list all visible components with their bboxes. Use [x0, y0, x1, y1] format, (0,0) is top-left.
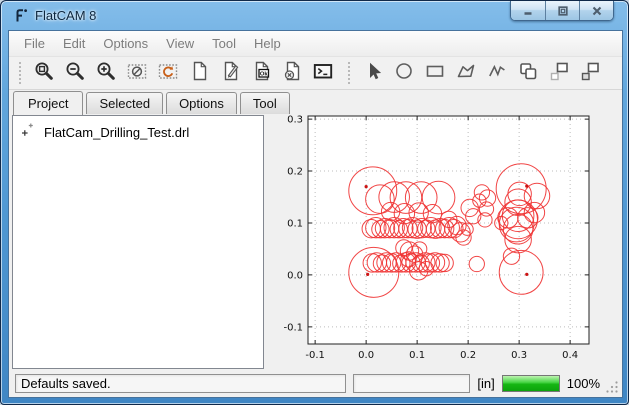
titlebar[interactable]: FlatCAM 8 — [1, 1, 628, 30]
tab-options[interactable]: Options — [166, 92, 237, 114]
flatcam-window: FlatCAM 8 FileEditOptionsViewToolHelp Ok… — [0, 0, 629, 405]
project-tree[interactable]: FlatCam_Drilling_Test.drl — [12, 115, 264, 369]
menu-item-view[interactable]: View — [157, 32, 203, 55]
svg-text:0.1: 0.1 — [287, 218, 303, 229]
draw-path-icon — [486, 60, 508, 87]
minimize-button[interactable] — [511, 1, 545, 20]
zoom-in-icon — [95, 60, 117, 87]
svg-text:0.3: 0.3 — [511, 350, 527, 361]
svg-text:0.4: 0.4 — [562, 350, 578, 361]
status-message: Defaults saved. — [21, 376, 111, 391]
maximize-icon — [557, 5, 569, 17]
tab-tool[interactable]: Tool — [240, 92, 290, 114]
zoom-out-button[interactable] — [59, 59, 90, 87]
menu-item-file[interactable]: File — [15, 32, 54, 55]
progress-fill — [503, 376, 559, 391]
toolbar-handle[interactable] — [347, 61, 352, 85]
zoom-in-button[interactable] — [90, 59, 121, 87]
replot-icon — [157, 60, 179, 87]
toolbar: Ok — [9, 57, 622, 90]
open-project-icon — [219, 60, 241, 87]
close-button[interactable] — [579, 1, 613, 20]
zoom-out-icon — [64, 60, 86, 87]
draw-rectangle-button[interactable] — [419, 59, 450, 87]
copy-geometry-button[interactable] — [543, 59, 574, 87]
run-script-icon: Ok — [250, 60, 272, 87]
select-tool-button[interactable] — [357, 59, 388, 87]
copy-geometry-icon — [548, 60, 570, 87]
replot-button[interactable] — [152, 59, 183, 87]
draw-path-button[interactable] — [481, 59, 512, 87]
shell-button[interactable] — [307, 59, 338, 87]
menu-item-options[interactable]: Options — [94, 32, 157, 55]
svg-text:0.3: 0.3 — [287, 115, 303, 126]
svg-text:-0.1: -0.1 — [305, 350, 325, 361]
run-script-button[interactable]: Ok — [245, 59, 276, 87]
zoom-fit-icon — [33, 60, 55, 87]
plot-canvas[interactable]: -0.1 0.0 0.1 0.2 0.3 0.4 -0.1 0.0 0.1 0.2 0.3 — [267, 114, 623, 370]
draw-polygon-icon — [455, 60, 477, 87]
progress-bar — [502, 375, 560, 392]
zoom-fit-button[interactable] — [28, 59, 59, 87]
select-tool-icon — [362, 60, 384, 87]
minimize-icon — [522, 5, 534, 17]
tab-bar: ProjectSelectedOptionsTool — [13, 90, 293, 114]
shell-icon — [312, 60, 334, 87]
copy-objects-icon — [517, 60, 539, 87]
svg-text:Ok: Ok — [259, 71, 268, 77]
drill-file-icon — [20, 122, 37, 142]
draw-circle-button[interactable] — [388, 59, 419, 87]
maximize-button[interactable] — [545, 1, 579, 20]
tree-item-label: FlatCam_Drilling_Test.drl — [44, 125, 189, 140]
svg-text:0.0: 0.0 — [287, 270, 303, 281]
move-objects-button[interactable] — [574, 59, 605, 87]
plot-figure[interactable]: -0.1 0.0 0.1 0.2 0.3 0.4 -0.1 0.0 0.1 0.2 0.3 — [267, 114, 621, 371]
window-controls — [510, 1, 614, 21]
tree-item[interactable]: FlatCam_Drilling_Test.drl — [13, 116, 263, 142]
units-label: [in] — [477, 376, 494, 391]
toolbar-handle[interactable] — [18, 61, 23, 85]
svg-text:0.2: 0.2 — [287, 167, 303, 178]
delete-object-icon — [281, 60, 303, 87]
status-bar: Defaults saved. [in] 100% — [9, 370, 622, 397]
main-area: FlatCam_Drilling_Test.drl -0.1 0.0 0.1 0.2 0… — [9, 114, 622, 371]
draw-rectangle-icon — [424, 60, 446, 87]
new-project-button[interactable] — [183, 59, 214, 87]
status-activity-field — [353, 374, 470, 393]
svg-text:0.2: 0.2 — [460, 350, 476, 361]
window-title: FlatCAM 8 — [35, 8, 96, 23]
delete-object-button[interactable] — [276, 59, 307, 87]
menu-item-help[interactable]: Help — [245, 32, 290, 55]
copy-objects-button[interactable] — [512, 59, 543, 87]
clear-plot-icon — [126, 60, 148, 87]
menu-item-tool[interactable]: Tool — [203, 32, 245, 55]
menu-item-edit[interactable]: Edit — [54, 32, 94, 55]
tab-selected[interactable]: Selected — [86, 92, 163, 114]
draw-circle-icon — [393, 60, 415, 87]
flatcam-logo-icon — [13, 7, 30, 24]
open-project-button[interactable] — [214, 59, 245, 87]
progress-percent-label: 100% — [567, 376, 600, 391]
svg-text:0.1: 0.1 — [409, 350, 425, 361]
resize-grip[interactable] — [606, 381, 619, 394]
close-icon — [591, 5, 603, 17]
client-area: FileEditOptionsViewToolHelp Ok ProjectSe… — [8, 30, 623, 398]
menubar: FileEditOptionsViewToolHelp — [9, 31, 622, 57]
new-project-icon — [188, 60, 210, 87]
clear-plot-button[interactable] — [121, 59, 152, 87]
tab-project[interactable]: Project — [13, 91, 83, 115]
draw-polygon-button[interactable] — [450, 59, 481, 87]
status-message-field: Defaults saved. — [15, 374, 346, 393]
svg-text:0.0: 0.0 — [358, 350, 374, 361]
move-objects-icon — [579, 60, 601, 87]
svg-text:-0.1: -0.1 — [283, 322, 303, 333]
